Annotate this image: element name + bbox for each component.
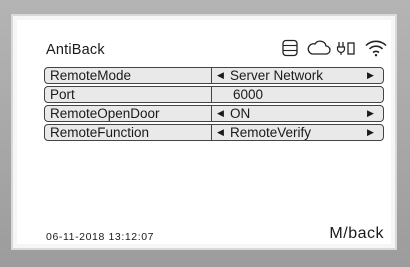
setting-value-input[interactable]: 6000 <box>217 87 377 102</box>
arrow-left-icon[interactable]: ◀ <box>217 109 227 118</box>
setting-label: RemoteMode <box>50 68 132 83</box>
arrow-left-icon[interactable]: ◀ <box>217 128 227 137</box>
back-hint[interactable]: M/back <box>329 225 384 243</box>
setting-label: RemoteFunction <box>50 125 150 140</box>
settings-list: RemoteMode ◀ Server Network ▶ Port 6000 … <box>44 67 384 143</box>
arrow-right-icon[interactable]: ▶ <box>367 128 377 137</box>
setting-row-remote-mode[interactable]: RemoteMode ◀ Server Network ▶ <box>44 67 384 84</box>
row-divider <box>211 125 212 140</box>
setting-row-remote-open-door[interactable]: RemoteOpenDoor ◀ ON ▶ <box>44 105 384 122</box>
row-divider <box>211 106 212 121</box>
setting-value-selector[interactable]: ◀ ON ▶ <box>217 106 377 121</box>
row-divider <box>211 68 212 83</box>
arrow-right-icon[interactable]: ▶ <box>367 109 377 118</box>
setting-label: RemoteOpenDoor <box>50 106 160 121</box>
setting-row-port[interactable]: Port 6000 <box>44 86 384 103</box>
setting-row-remote-function[interactable]: RemoteFunction ◀ RemoteVerify ▶ <box>44 124 384 141</box>
status-bar <box>280 38 390 60</box>
datetime-display: 06-11-2018 13:12:07 <box>46 231 155 243</box>
cloud-icon <box>307 40 331 55</box>
storage-icon <box>282 39 298 57</box>
setting-value: RemoteVerify <box>230 125 312 140</box>
setting-label: Port <box>50 87 75 102</box>
setting-value: 6000 <box>233 87 264 102</box>
setting-value: Server Network <box>230 68 324 83</box>
setting-value: ON <box>230 106 251 121</box>
setting-value-selector[interactable]: ◀ RemoteVerify ▶ <box>217 125 377 140</box>
wifi-icon <box>365 40 387 57</box>
arrow-left-icon[interactable]: ◀ <box>217 71 227 80</box>
arrow-right-icon[interactable]: ▶ <box>367 71 377 80</box>
plug-icon <box>336 42 355 55</box>
setting-value-selector[interactable]: ◀ Server Network ▶ <box>217 68 377 83</box>
page-title: AntiBack <box>46 42 105 58</box>
row-divider <box>211 87 212 102</box>
